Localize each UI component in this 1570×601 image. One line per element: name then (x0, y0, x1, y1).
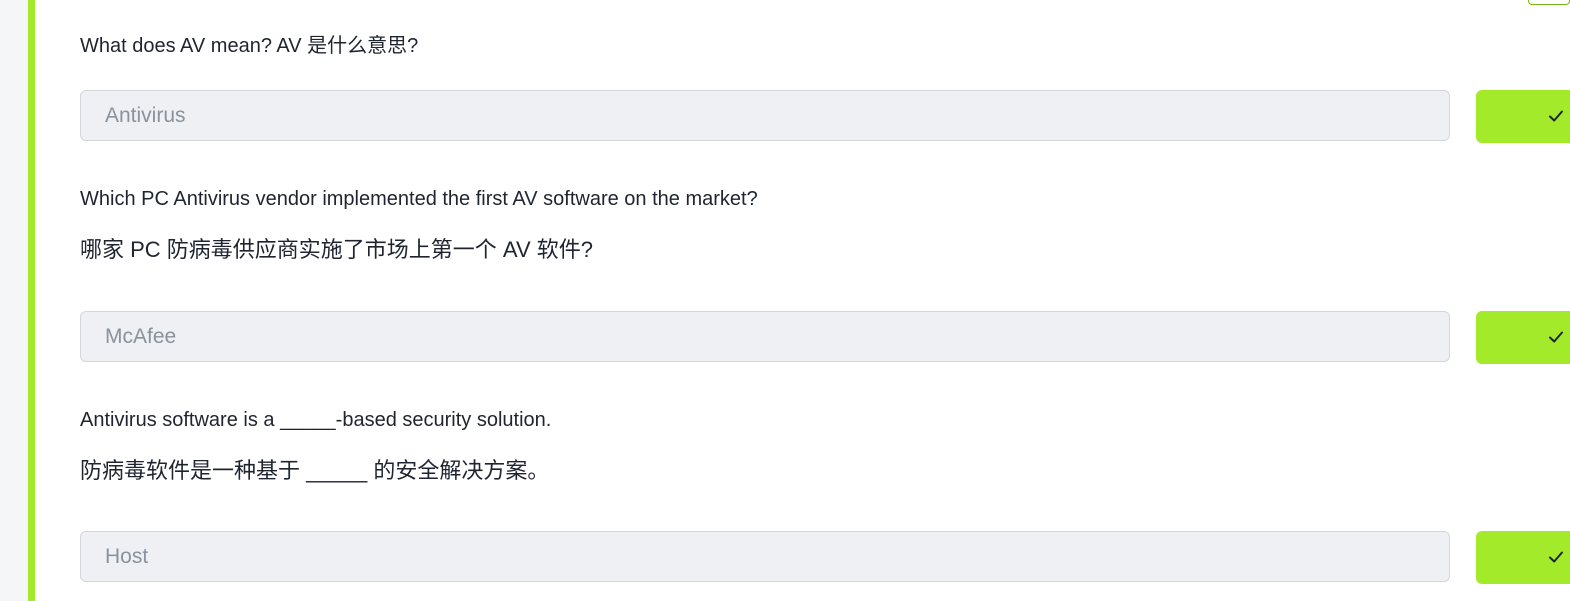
question-2-text-en: Which PC Antivirus vendor implemented th… (80, 188, 758, 210)
question-2-text-zh: 哪家 PC 防病毒供应商实施了市场上第一个 AV 软件? (80, 237, 593, 262)
question-2-answer-input[interactable] (80, 311, 1450, 362)
question-3-submit-button[interactable] (1476, 531, 1570, 584)
question-2-submit-button[interactable] (1476, 311, 1570, 364)
top-right-control-edge (1528, 0, 1570, 5)
task-answers-panel: What does AV mean? AV 是什么意思? Which PC An… (0, 0, 1570, 601)
left-gutter (0, 0, 28, 601)
check-icon (1549, 331, 1563, 343)
check-icon (1549, 551, 1563, 563)
question-1-submit-button[interactable] (1476, 90, 1570, 143)
check-icon (1549, 110, 1563, 122)
question-3-answer-input[interactable] (80, 531, 1450, 582)
question-3-text-zh: 防病毒软件是一种基于 _____ 的安全解决方案。 (80, 458, 550, 483)
question-3-text-en: Antivirus software is a _____-based secu… (80, 409, 552, 431)
question-1-text: What does AV mean? AV 是什么意思? (80, 35, 419, 57)
question-1-answer-input[interactable] (80, 90, 1450, 141)
task-accent-bar (28, 0, 35, 601)
